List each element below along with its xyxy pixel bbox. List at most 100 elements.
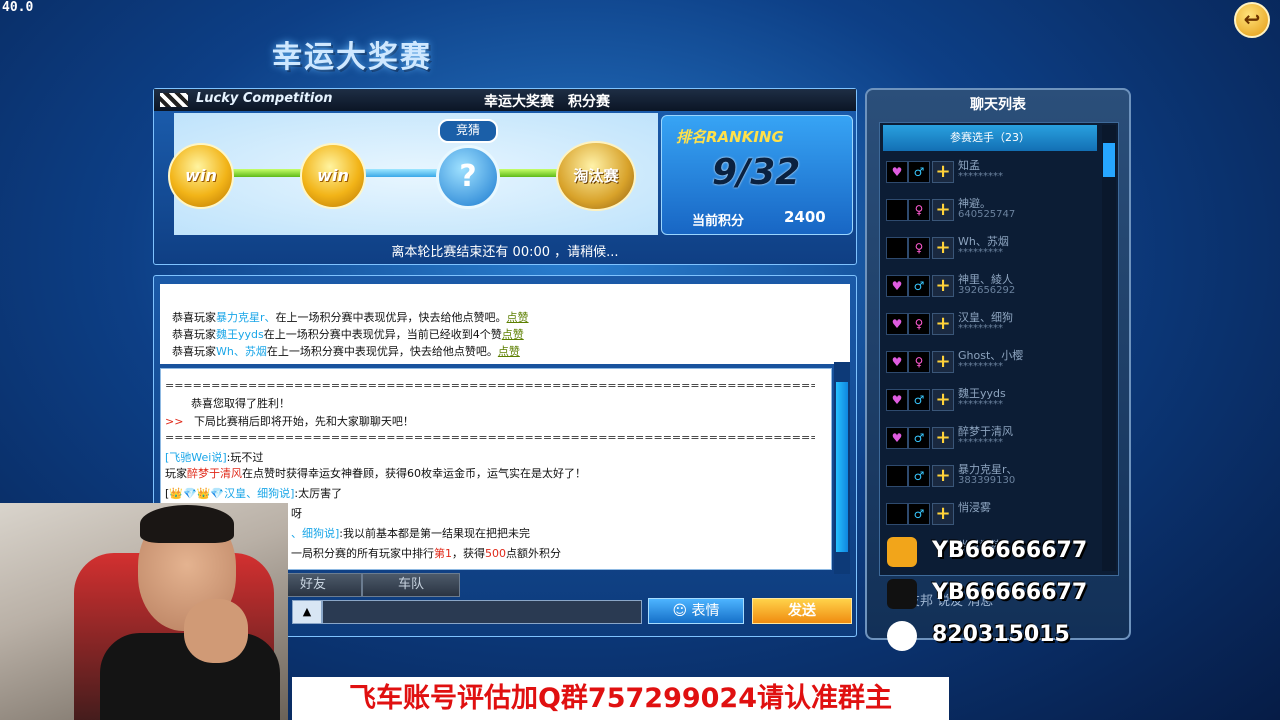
live-platform-icon xyxy=(887,537,917,567)
emoji-button[interactable]: ☺ 表情 xyxy=(648,598,744,624)
add-friend-icon[interactable]: + xyxy=(932,237,954,259)
ranking-value: 9/32 xyxy=(712,152,801,193)
gender-slot: ♂ xyxy=(908,389,930,411)
stage-track: win win 竞猜 ? 淘汰赛 xyxy=(168,113,658,235)
promo-text-1: YB66666677 xyxy=(932,538,1088,563)
player-name[interactable]: 魏王yyds xyxy=(216,328,264,341)
score-value: 2400 xyxy=(784,208,826,226)
promo-banner: 飞车账号评估加Q群757299024请认准群主 xyxy=(292,677,949,720)
chat-message: 一局积分赛的所有玩家中排行第1，获得500点额外积分 xyxy=(291,547,561,560)
gender-slot: ♀ xyxy=(908,199,930,221)
player-list-scrollbar[interactable] xyxy=(1102,125,1116,571)
chat-message: 、细狗说]:我以前基本都是第一结果现在把把未完 xyxy=(291,527,531,540)
scroll-thumb[interactable] xyxy=(1103,143,1115,177)
add-friend-icon[interactable]: + xyxy=(932,351,954,373)
smiley-icon: ☺ xyxy=(672,603,692,619)
gender-slot: ♂ xyxy=(908,275,930,297)
like-link[interactable]: 点赞 xyxy=(498,345,520,358)
send-button[interactable]: 发送 xyxy=(752,598,852,624)
player-list: 参赛选手（23） ♥ ♂ + 知孟 ********* ♀ + 神避。 640525747 ♀… xyxy=(879,122,1119,576)
female-icon: ♀ xyxy=(914,203,924,217)
vip-slot xyxy=(886,237,908,259)
gender-slot: ♀ xyxy=(908,313,930,335)
ranking-title: 排名RANKING xyxy=(676,128,784,146)
player-row[interactable]: ♥ ♂ + 魏王yyds ********* xyxy=(884,383,1100,417)
back-button[interactable]: ↩ xyxy=(1234,2,1270,38)
chat-message: [👑💎👑💎汉皇、细狗说]:太厉害了 xyxy=(165,487,343,500)
chevron-up-icon: ▲ xyxy=(302,605,312,618)
chat-message: 呀 xyxy=(291,507,302,520)
stage-medal-2: win xyxy=(300,143,366,209)
vip-slot: ♥ xyxy=(886,389,908,411)
guess-stage[interactable]: ? xyxy=(436,145,500,209)
promo-text-2: YB66666677 xyxy=(932,580,1088,605)
add-friend-icon[interactable]: + xyxy=(932,465,954,487)
lucky-logo: 幸运大奖赛 xyxy=(272,40,432,75)
vip-slot xyxy=(886,465,908,487)
streamer-hair xyxy=(140,505,234,543)
player-row[interactable]: ♥ ♂ + 醉梦于清风 ********* xyxy=(884,421,1100,455)
chat-message: [飞驰Wei说]:玩不过 xyxy=(165,451,264,464)
gender-slot: ♀ xyxy=(908,237,930,259)
add-friend-icon[interactable]: + xyxy=(932,313,954,335)
stage-medal-1: win xyxy=(168,143,234,209)
player-row[interactable]: ♀ + Wh、苏烟 ********* xyxy=(884,231,1100,265)
male-icon: ♂ xyxy=(913,431,925,445)
notice-line: 恭喜玩家魏王yyds在上一场积分赛中表现优异，当前已经收到4个赞点赞 xyxy=(172,328,524,341)
vip-slot: ♥ xyxy=(886,313,908,335)
add-friend-icon[interactable]: + xyxy=(932,199,954,221)
badge-icons: [👑💎👑💎 xyxy=(165,487,225,500)
male-icon: ♂ xyxy=(913,165,925,179)
add-friend-icon[interactable]: + xyxy=(932,389,954,411)
vip-slot: ♥ xyxy=(886,275,908,297)
add-friend-icon[interactable]: + xyxy=(932,275,954,297)
gender-slot: ♂ xyxy=(908,503,930,525)
competition-header: Lucky Competition 幸运大奖赛 积分赛 xyxy=(154,89,856,111)
player-row[interactable]: ♥ ♂ + 知孟 ********* xyxy=(884,155,1100,189)
channel-select-button[interactable]: ▲ xyxy=(292,600,322,624)
qq-penguin-icon xyxy=(887,621,917,651)
chat-input[interactable] xyxy=(322,600,642,624)
competition-title: 幸运大奖赛 积分赛 xyxy=(484,94,610,110)
fps-counter: 40.0 xyxy=(2,0,34,15)
add-friend-icon[interactable]: + xyxy=(932,161,954,183)
scroll-thumb[interactable] xyxy=(836,382,848,552)
competition-panel: Lucky Competition 幸运大奖赛 积分赛 win win 竞猜 ?… xyxy=(153,88,857,265)
like-link[interactable]: 点赞 xyxy=(507,311,529,324)
player-row[interactable]: ♂ + 悄浸雾 xyxy=(884,497,1100,531)
player-row[interactable]: ♥ ♀ + Ghost、小樱 ********* xyxy=(884,345,1100,379)
competition-brand: Lucky Competition xyxy=(196,91,333,106)
like-link[interactable]: 点赞 xyxy=(502,328,524,341)
separator: ========================================… xyxy=(165,379,815,392)
player-row[interactable]: ♥ ♀ + 汉皇、细狗 ********* xyxy=(884,307,1100,341)
vip-slot: ♥ xyxy=(886,427,908,449)
gem-icon: ♥ xyxy=(891,317,903,331)
chat-message: 玩家醉梦于清风在点赞时获得幸运女神眷顾，获得60枚幸运金币，运气实在是太好了！ xyxy=(165,467,586,480)
tab-team[interactable]: 车队 xyxy=(362,573,460,597)
player-name[interactable]: Wh、苏烟 xyxy=(216,345,267,358)
gem-icon: ♥ xyxy=(891,431,903,445)
notice-line: 恭喜玩家暴力克星r、在上一场积分赛中表现优异，快去给他点赞吧。点赞 xyxy=(172,311,529,324)
player-row[interactable]: ♂ + 暴力克星r、 383399130 xyxy=(884,459,1100,493)
ranking-box: 排名RANKING 9/32 当前积分 2400 xyxy=(661,115,853,235)
female-icon: ♀ xyxy=(914,241,924,255)
player-row[interactable]: ♥ ♂ + 神里、綾人 392656292 xyxy=(884,269,1100,303)
vip-slot xyxy=(886,503,908,525)
add-friend-icon[interactable]: + xyxy=(932,427,954,449)
notice-line: 恭喜玩家Wh、苏烟在上一场积分赛中表现优异，快去给他点赞吧。点赞 xyxy=(172,345,520,358)
gender-slot: ♂ xyxy=(908,427,930,449)
male-icon: ♂ xyxy=(913,279,925,293)
chat-list-title: 聊天列表 xyxy=(970,97,1026,113)
player-row[interactable]: ♀ + 神避。 640525747 xyxy=(884,193,1100,227)
guess-label: 竞猜 xyxy=(438,119,498,143)
male-icon: ♂ xyxy=(913,507,925,521)
gender-slot: ♂ xyxy=(908,161,930,183)
male-icon: ♂ xyxy=(913,393,925,407)
player-name[interactable]: 暴力克星r、 xyxy=(216,311,276,324)
gem-icon: ♥ xyxy=(891,355,903,369)
add-friend-icon[interactable]: + xyxy=(932,503,954,525)
webcam-overlay xyxy=(0,503,288,720)
chat-scrollbar[interactable] xyxy=(834,362,850,574)
tiktok-icon xyxy=(887,579,917,609)
elimination-stage: 淘汰赛 xyxy=(556,141,636,211)
